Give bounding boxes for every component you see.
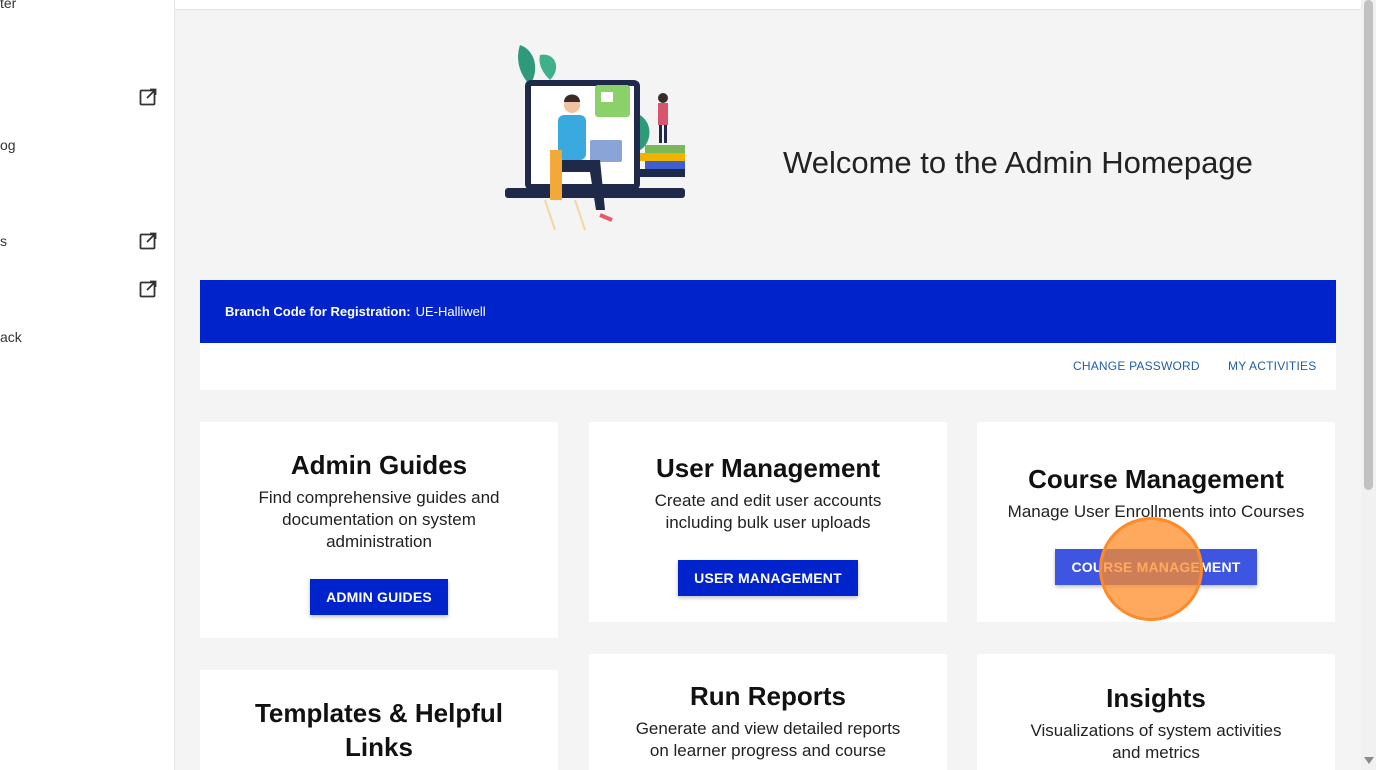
card-course-management: Course Management Manage User Enrollment… [977,422,1335,622]
sidebar: ter og s ack [0,0,175,770]
card-description: Visualizations of system activities and … [1030,721,1282,762]
sidebar-item-3[interactable]: og [0,130,175,160]
external-link-icon [139,280,157,298]
branch-code-value: UE-Halliwell [415,304,486,319]
sidebar-item-label: ter [0,0,17,11]
card-title: Insights [1106,683,1206,713]
sidebar-item-1[interactable]: ter [0,0,175,18]
sidebar-item-5[interactable] [0,274,175,304]
card-title: Templates & Helpful Links [254,698,503,762]
branch-code-banner: Branch Code for Registration: UE-Halliwe… [200,280,1336,343]
card-description: Create and edit user accounts including … [654,491,882,532]
page-title: Welcome to the Admin Homepage [783,145,1253,180]
admin-guides-button[interactable]: ADMIN GUIDES [310,579,448,615]
card-insights: Insights Visualizations of system activi… [977,654,1335,770]
top-bar [175,0,1361,10]
card-title: User Management [656,453,880,483]
card-title: Course Management [1028,464,1284,494]
change-password-link[interactable]: CHANGE PASSWORD [1073,359,1200,373]
scrollbar-thumb[interactable] [1364,0,1373,490]
card-description: Find comprehensive guides and documentat… [258,488,500,551]
sidebar-item-label: og [0,137,16,153]
card-user-management: User Management Create and edit user acc… [589,422,947,622]
branch-code-label: Branch Code for Registration: [225,304,411,319]
main-content: Welcome to the Admin Homepage Branch Cod… [175,0,1361,770]
vertical-scrollbar[interactable] [1361,0,1376,770]
user-management-button[interactable]: USER MANAGEMENT [678,560,858,596]
external-link-icon [139,88,157,106]
scroll-down-arrow-icon[interactable] [1364,757,1374,764]
sidebar-item-4[interactable]: s [0,226,175,256]
admin-illustration [505,45,685,231]
card-description: Generate and view detailed reports on le… [635,719,901,760]
app-root: ter og s ack Welcome to the Admin Homepa… [0,0,1376,770]
sidebar-item-2[interactable] [0,82,175,112]
my-activities-link[interactable]: MY ACTIVITIES [1228,359,1316,373]
card-run-reports: Run Reports Generate and view detailed r… [589,654,947,770]
course-management-button[interactable]: COURSE MANAGEMENT [1055,549,1257,585]
card-description: Manage User Enrollments into Courses [1007,502,1305,521]
card-title: Admin Guides [290,450,468,480]
sidebar-item-6[interactable]: ack [0,322,175,352]
sidebar-item-label: s [0,233,7,249]
account-links-bar: CHANGE PASSWORD MY ACTIVITIES [200,343,1336,390]
card-admin-guides: Admin Guides Find comprehensive guides a… [200,422,558,638]
card-templates-helpful-links: Templates & Helpful Links [200,670,558,770]
sidebar-item-label: ack [0,329,22,345]
external-link-icon [139,232,157,250]
card-title: Run Reports [690,681,846,711]
